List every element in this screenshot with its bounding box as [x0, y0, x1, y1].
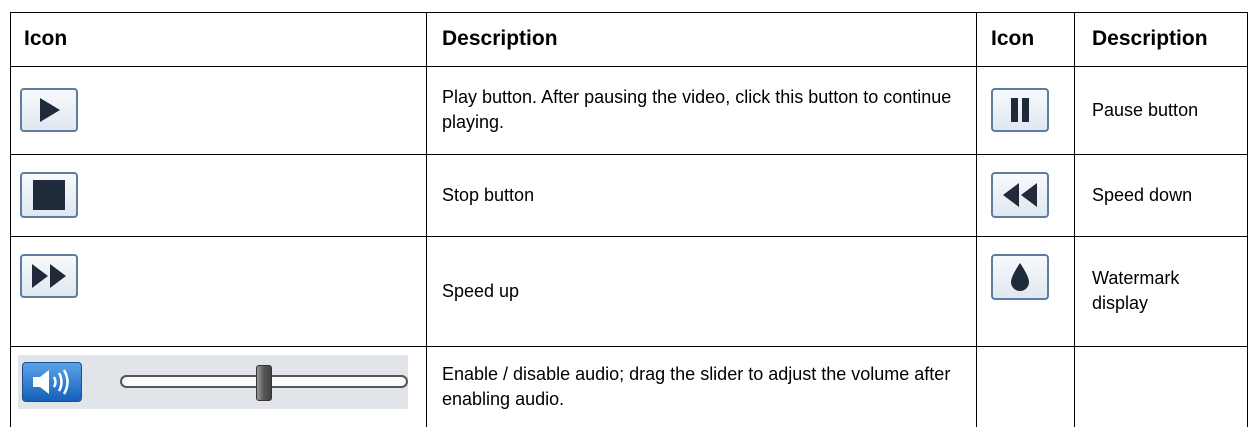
water-drop-icon — [1011, 263, 1029, 291]
audio-description: Enable / disable audio; drag the slider … — [442, 363, 951, 409]
icon-description-table: Icon Description Icon Description Play b… — [0, 0, 1250, 427]
table-border-left — [10, 12, 11, 427]
column-divider — [426, 12, 427, 427]
column-divider — [1074, 12, 1075, 427]
column-divider — [976, 12, 977, 427]
header-icon-2: Icon — [991, 27, 1035, 50]
fast-forward-button[interactable] — [20, 254, 78, 298]
fast-forward-icon — [32, 264, 66, 288]
speed-down-description: Speed down — [1092, 184, 1193, 205]
pause-description: Pause button — [1092, 99, 1199, 120]
volume-slider-thumb[interactable] — [256, 365, 272, 401]
header-description-2: Description — [1092, 27, 1208, 50]
play-description: Play button. After pausing the video, cl… — [442, 87, 952, 132]
audio-control — [18, 355, 408, 409]
rewind-icon — [1003, 183, 1037, 207]
speaker-icon — [33, 369, 69, 395]
pause-button[interactable] — [991, 88, 1049, 132]
stop-icon — [33, 180, 65, 210]
rewind-button[interactable] — [991, 172, 1049, 218]
pause-icon — [1011, 98, 1029, 122]
header-description: Description — [442, 27, 558, 50]
watermark-description: Watermark display — [1092, 268, 1180, 313]
header-icon: Icon — [24, 27, 68, 50]
stop-description: Stop button — [442, 184, 535, 205]
stop-button[interactable] — [20, 172, 78, 218]
watermark-button[interactable] — [991, 254, 1049, 300]
play-button[interactable] — [20, 88, 78, 132]
play-icon — [40, 98, 60, 122]
speed-up-description: Speed up — [442, 280, 520, 301]
audio-toggle-button[interactable] — [22, 362, 82, 402]
